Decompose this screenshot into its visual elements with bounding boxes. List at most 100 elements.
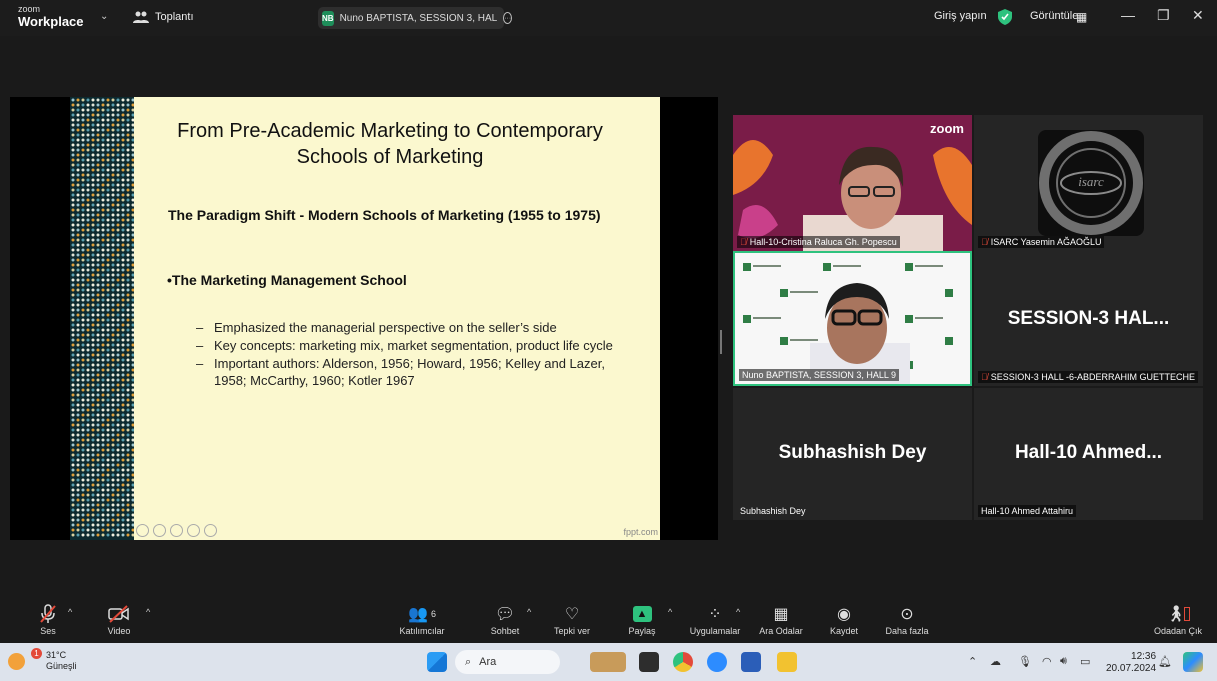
video-options-caret[interactable]: ^ <box>146 607 150 617</box>
battery-icon[interactable]: ▭ <box>1080 655 1090 668</box>
weather-sun-icon[interactable] <box>8 653 25 670</box>
video-off-icon <box>104 604 134 624</box>
slide-control-button[interactable] <box>170 524 183 537</box>
taskbar-search[interactable]: ⌕ Ara <box>455 650 560 674</box>
microphone-icon[interactable]: 🎙︎ <box>1018 655 1032 668</box>
wifi-icon[interactable]: ◠ <box>1042 655 1052 668</box>
tile-name-label: Nuno BAPTISTA, SESSION 3, HALL 9 <box>739 369 900 381</box>
share-screen-icon: ▲ <box>624 604 660 624</box>
weather-widget[interactable]: 31°C Güneşli <box>46 650 77 672</box>
slide-title: From Pre-Academic Marketing to Contempor… <box>177 120 603 168</box>
audio-button[interactable]: Ses <box>36 604 60 636</box>
slide-control-button[interactable] <box>136 524 149 537</box>
apps-options-caret[interactable]: ^ <box>736 607 740 617</box>
list-item: Important authors: Alderson, 1956; Howar… <box>196 355 636 389</box>
gallery-view: zoom 🎙̸ Hall-10-Cristina Raluca Gh. Popes… <box>733 115 1203 520</box>
weather-badge: 1 <box>31 648 42 659</box>
signin-link[interactable]: Giriş yapın <box>934 10 987 22</box>
shield-check-icon <box>998 9 1012 25</box>
view-button[interactable]: Görüntüle <box>1030 10 1078 22</box>
speaker-avatar: NB <box>322 10 334 26</box>
word-icon[interactable] <box>741 652 761 672</box>
volume-icon[interactable]: 🔊︎ <box>1060 655 1067 668</box>
mic-muted-icon: 🎙̸ <box>740 237 747 247</box>
slide-controls <box>136 524 217 537</box>
video-button[interactable]: Video <box>104 604 134 636</box>
list-item: Key concepts: marketing mix, market segm… <box>196 337 636 354</box>
chevron-down-icon[interactable]: ⌄ <box>100 11 108 22</box>
slide-control-button[interactable] <box>204 524 217 537</box>
tile-name-label: 🎙̸ SESSION-3 HALL -6-ABDERRAHIM GUETTECHE <box>978 371 1198 383</box>
slide-footer: fppt.com <box>623 527 658 537</box>
people-icon <box>133 11 149 23</box>
speaker-name: Nuno BAPTISTA, SESSION 3, HAL <box>339 12 498 24</box>
chrome-icon[interactable] <box>673 652 693 672</box>
leave-icon: 🚶︎ <box>1150 604 1206 624</box>
close-icon[interactable]: ✕ <box>1192 7 1204 24</box>
slide-subtitle: The Paradigm Shift - Modern Schools of M… <box>168 207 601 223</box>
video-tile[interactable]: isarc 🎙̸ ISARC Yasemin AĞAOĞLU <box>974 115 1203 251</box>
list-item: Emphasized the managerial perspective on… <box>196 319 636 336</box>
copilot-icon[interactable] <box>1183 652 1203 672</box>
more-icon[interactable]: ··· <box>503 12 513 24</box>
isarc-logo-text: isarc <box>1078 174 1104 189</box>
share-button[interactable]: ▲ Paylaş <box>624 604 660 636</box>
meeting-stage: From Pre-Academic Marketing to Contempor… <box>0 36 1217 598</box>
zoom-logo[interactable]: zoom Workplace <box>18 4 84 29</box>
video-tile[interactable]: zoom 🎙̸ Hall-10-Cristina Raluca Gh. Popes… <box>733 115 972 251</box>
chat-options-caret[interactable]: ^ <box>527 607 531 617</box>
record-button[interactable]: ◉ Kaydet <box>826 604 862 636</box>
slide-bullet-list: Emphasized the managerial perspective on… <box>196 319 636 390</box>
breakout-rooms-button[interactable]: ▦ Ara Odalar <box>756 604 806 636</box>
participant-display-name: SESSION-3 HAL... <box>1007 308 1170 329</box>
logo-bottom-text: Workplace <box>18 14 84 29</box>
video-tile[interactable]: Hall-10 Ahmed... Hall-10 Ahmed Attahiru <box>974 388 1203 520</box>
grid-view-icon[interactable]: ▦ <box>1076 10 1087 24</box>
file-explorer-icon[interactable] <box>777 652 797 672</box>
share-options-caret[interactable]: ^ <box>668 607 672 617</box>
video-tile[interactable]: SESSION-3 HAL... 🎙̸ SESSION-3 HALL -6-ABD… <box>974 251 1203 386</box>
chevron-up-icon[interactable]: ⌃ <box>968 655 977 668</box>
heart-icon: ♡ <box>564 606 580 623</box>
chat-button[interactable]: 💬︎ Sohbet <box>486 604 524 636</box>
widget-icon[interactable] <box>590 652 626 672</box>
windows-taskbar: 1 31°C Güneşli ⌕ Ara ⌃ ☁ 🎙︎ ◠ 🔊︎ ▭ 12:36… <box>0 643 1217 681</box>
zoom-app-icon[interactable] <box>707 652 727 672</box>
notification-bell-icon[interactable]: 🔔︎ <box>1158 655 1172 668</box>
logo-top-text: zoom <box>18 4 41 14</box>
zoom-watermark: zoom <box>930 121 964 136</box>
slide-control-button[interactable] <box>187 524 200 537</box>
chat-icon: 💬︎ <box>494 606 516 623</box>
mic-muted-icon <box>36 604 60 624</box>
slide-control-button[interactable] <box>153 524 166 537</box>
more-button[interactable]: ⊙ Daha fazla <box>882 604 932 636</box>
video-tile[interactable]: Subhashish Dey Subhashish Dey <box>733 388 972 520</box>
more-icon: ⊙ <box>900 606 914 623</box>
participants-button[interactable]: 👥 6 Katılımcılar <box>392 604 452 636</box>
taskbar-clock[interactable]: 12:36 20.07.2024 <box>1106 651 1156 675</box>
breakout-rooms-icon: ▦ <box>773 606 789 623</box>
meeting-label: Toplantı <box>155 11 194 23</box>
tile-name-label: Subhashish Dey <box>740 506 806 516</box>
cloud-icon[interactable]: ☁ <box>990 655 1001 668</box>
windows-start-icon[interactable] <box>427 652 447 672</box>
splitter-handle[interactable] <box>720 330 722 354</box>
participant-display-name: Hall-10 Ahmed... <box>1014 442 1163 463</box>
participant-video <box>735 253 970 384</box>
leave-button[interactable]: 🚶︎ Odadan Çık <box>1150 604 1206 636</box>
tile-name-label: Hall-10 Ahmed Attahiru <box>978 505 1077 517</box>
video-tile-active-speaker[interactable]: Nuno BAPTISTA, SESSION 3, HALL 9 <box>733 251 972 386</box>
meeting-toolbar: Ses ^ Video ^ 👥 6 Katılımcılar 💬︎ Sohbet … <box>0 598 1217 643</box>
restore-icon[interactable]: ❐ <box>1157 7 1170 24</box>
slide-heading: •The Marketing Management School <box>167 272 407 288</box>
title-bar: zoom Workplace ⌄ Toplantı NB Nuno BAPTIS… <box>0 0 1217 36</box>
minimize-icon[interactable]: — <box>1121 7 1135 23</box>
react-button[interactable]: ♡ Tepki ver <box>550 604 594 636</box>
participants-icon: 👥 6 <box>408 606 436 623</box>
participant-display-name: Subhashish Dey <box>778 442 927 463</box>
active-speaker-pill[interactable]: NB Nuno BAPTISTA, SESSION 3, HAL ··· <box>318 7 513 29</box>
task-view-icon[interactable] <box>639 652 659 672</box>
meeting-menu[interactable]: Toplantı <box>133 10 194 24</box>
presentation-slide: From Pre-Academic Marketing to Contempor… <box>70 97 660 540</box>
audio-options-caret[interactable]: ^ <box>68 607 72 617</box>
